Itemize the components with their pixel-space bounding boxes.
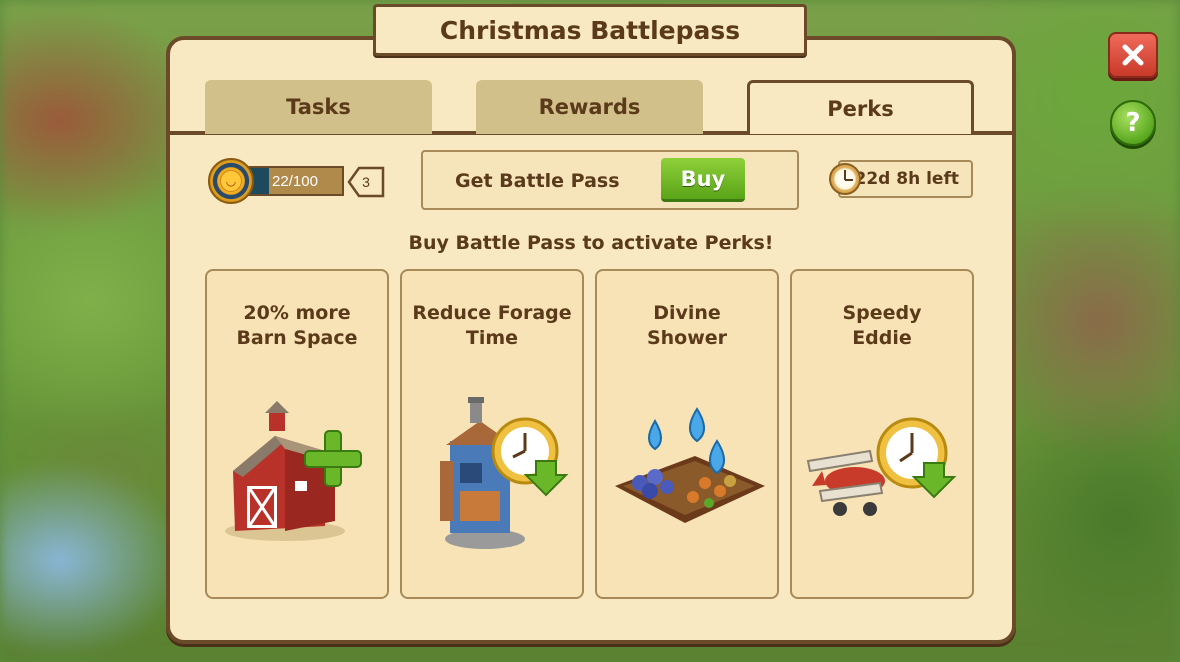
tab-perks-label: Perks [827,96,894,121]
clock-icon [829,163,861,195]
buy-button[interactable]: Buy [661,158,745,202]
title-banner: Christmas Battlepass [373,4,807,56]
tier-number: 3 [362,174,370,190]
help-button[interactable]: ? [1110,100,1156,146]
buy-button-label: Buy [680,166,726,191]
rain-drops-field-icon [615,407,765,523]
perk-title: Divine Shower [646,302,728,349]
perk-card-barn-space[interactable]: 20% more Barn Space [205,269,389,599]
sun-medal-icon: ◡ [208,158,254,204]
time-left-text: 22d 8h left [854,169,959,189]
get-battle-pass-label: Get Battle Pass [455,170,620,192]
perk-card-divine-shower[interactable]: Divine Shower [595,269,779,599]
xp-progress-text: 22/100 [272,172,318,190]
get-battle-pass-box: Get Battle Pass Buy [421,150,799,210]
question-mark-icon: ? [1125,108,1141,138]
tab-tasks-label: Tasks [286,95,351,119]
barn-plus-icon [225,401,362,541]
close-icon [1122,44,1144,66]
tab-tasks[interactable]: Tasks [205,80,432,134]
forage-hut-clock-icon [440,397,569,549]
biplane-clock-icon [806,417,957,516]
perk-title: Reduce Forage Time [412,302,572,349]
xp-progress-bar: 22/100 [248,166,344,196]
close-button[interactable] [1108,32,1158,78]
perk-title: Speedy Eddie [842,302,922,349]
activate-perks-notice: Buy Battle Pass to activate Perks! [408,232,774,254]
perk-card-reduce-forage-time[interactable]: Reduce Forage Time [400,269,584,599]
tab-perks[interactable]: Perks [747,80,974,134]
tier-badge: 3 [347,165,385,199]
perk-card-speedy-eddie[interactable]: Speedy Eddie [790,269,974,599]
tab-rewards-label: Rewards [538,95,641,119]
window-title: Christmas Battlepass [439,15,741,45]
perk-title: 20% more Barn Space [236,302,358,349]
tab-rewards[interactable]: Rewards [476,80,703,134]
